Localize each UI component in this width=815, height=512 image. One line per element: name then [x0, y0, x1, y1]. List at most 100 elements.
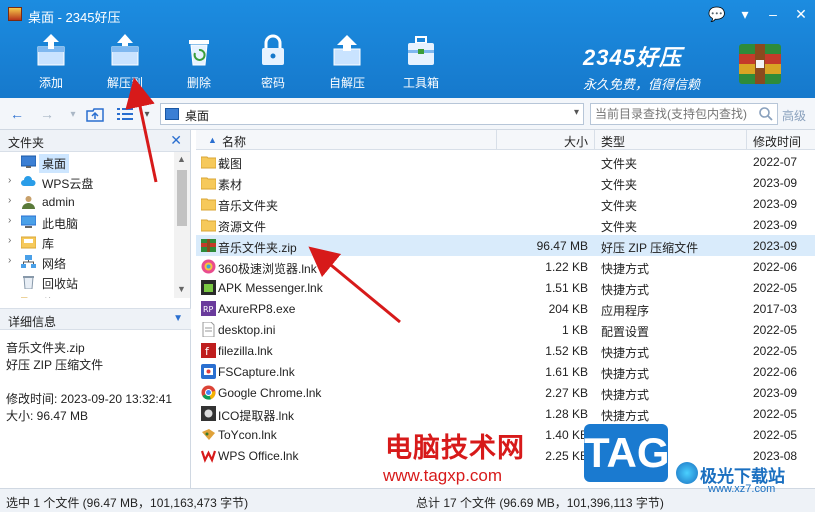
column-modified[interactable]: 修改时间 [753, 133, 801, 150]
chevron-down-icon[interactable]: ▼ [173, 313, 183, 324]
file-modified: 2022-05 [753, 344, 798, 358]
up-folder-icon[interactable] [86, 105, 104, 123]
file-row[interactable]: RP AxureRP8.exe 204 KB 应用程序 2017-03 [196, 298, 815, 319]
view-dropdown-icon[interactable]: ▾ [138, 105, 156, 123]
column-name[interactable]: 名称 [222, 133, 246, 150]
tree-item[interactable]: 桌面 [0, 152, 174, 173]
scroll-down-icon[interactable]: ▼ [177, 284, 186, 294]
brand-slogan: 永久免费，值得信赖 [583, 77, 701, 92]
details-pane-header[interactable]: 详细信息 ▼ [0, 308, 191, 330]
file-modified: 2023-08 [753, 449, 798, 463]
file-row[interactable]: 音乐文件夹.zip 96.47 MB 好压 ZIP 压缩文件 2023-09 [196, 235, 815, 256]
back-arrow-icon[interactable]: ← [8, 105, 26, 123]
tree-item[interactable]: › admin [0, 192, 174, 212]
file-row[interactable]: 截图 文件夹 2022-07 [196, 151, 815, 172]
column-size[interactable]: 大小 [564, 133, 588, 150]
main-toolbar: 添加 解压到 删除 密码 自解压 工具箱 [14, 30, 458, 94]
file-row[interactable]: 音乐文件夹 文件夹 2023-09 [196, 193, 815, 214]
expand-arrow-icon[interactable]: › [8, 195, 11, 206]
ini-file-icon [201, 321, 216, 338]
expand-arrow-icon[interactable]: › [8, 215, 11, 226]
scroll-up-icon[interactable]: ▲ [177, 154, 186, 164]
column-divider[interactable] [496, 130, 497, 150]
file-row[interactable]: desktop.ini 1 KB 配置设置 2022-05 [196, 319, 815, 340]
zip-icon [201, 238, 216, 253]
self-extract-icon [327, 30, 367, 70]
file-size: 1.40 KB [545, 428, 588, 442]
title-toolbar-area: 桌面 - 2345好压 💬 ▾ – ✕ 添加 解压到 删除 密码 自解压 工具箱… [0, 0, 815, 98]
tree-item[interactable]: › 此电脑 [0, 212, 174, 232]
file-modified: 2022-05 [753, 428, 798, 442]
file-type: 文件夹 [601, 220, 638, 234]
window-controls: 💬 ▾ – ✕ [703, 0, 815, 28]
apk-icon [201, 280, 216, 295]
self-extract-button[interactable]: 自解压 [310, 30, 384, 94]
file-modified: 2022-05 [753, 281, 798, 295]
tree-item-label: admin [42, 195, 75, 209]
scroll-thumb[interactable] [177, 170, 187, 226]
file-type: 快捷方式 [601, 409, 650, 423]
tree-item[interactable]: › 网络 [0, 252, 174, 272]
history-dropdown-icon[interactable]: ▾ [64, 105, 82, 123]
column-divider[interactable] [594, 130, 595, 150]
details-title: 详细信息 [8, 315, 57, 329]
password-button[interactable]: 密码 [236, 30, 310, 94]
left-panel: 文件夹 ✕ 桌面›WPS云盘›admin›此电脑›库›网络回收站截图 ▲ ▼ 详… [0, 130, 191, 488]
folders-pane-header: 文件夹 ✕ [0, 130, 190, 152]
file-type: 文件夹 [601, 178, 638, 192]
view-list-icon[interactable] [116, 105, 134, 123]
add-button[interactable]: 添加 [14, 30, 88, 94]
expand-arrow-icon[interactable]: › [8, 235, 11, 246]
recycle-bin-icon [21, 275, 36, 290]
toolbox-label: 工具箱 [402, 76, 439, 90]
minimize-button[interactable]: – [759, 0, 787, 28]
file-row[interactable]: 资源文件 文件夹 2023-09 [196, 214, 815, 235]
tree-scrollbar[interactable]: ▲ ▼ [174, 152, 190, 298]
delete-button[interactable]: 删除 [162, 30, 236, 94]
address-field[interactable]: 桌面 ▾ [160, 103, 584, 125]
tree-item[interactable]: 回收站 [0, 272, 174, 292]
title-bar: 桌面 - 2345好压 💬 ▾ – ✕ [0, 0, 815, 28]
search-input[interactable] [595, 106, 755, 122]
close-icon[interactable]: ✕ [170, 132, 182, 149]
file-name: 音乐文件夹.zip [218, 241, 297, 255]
folder-icon [200, 154, 217, 169]
tree-item[interactable]: › 库 [0, 232, 174, 252]
file-type: 快捷方式 [601, 346, 650, 360]
file-row[interactable]: APK Messenger.lnk 1.51 KB 快捷方式 2022-05 [196, 277, 815, 298]
file-row[interactable]: 素材 文件夹 2023-09 [196, 172, 815, 193]
file-name: 截图 [218, 157, 243, 171]
close-button[interactable]: ✕ [787, 0, 815, 28]
file-modified: 2022-06 [753, 365, 798, 379]
advanced-search-link[interactable]: 高级 [782, 107, 806, 124]
chevron-down-icon[interactable]: ▾ [574, 107, 579, 118]
file-row[interactable]: ICO提取器.lnk 1.28 KB 快捷方式 2022-05 [196, 403, 815, 424]
file-size: 2.27 KB [545, 386, 588, 400]
search-icon[interactable] [758, 106, 774, 122]
feedback-icon[interactable]: 💬 [703, 0, 731, 28]
file-row[interactable]: 360极速浏览器.lnk 1.22 KB 快捷方式 2022-06 [196, 256, 815, 277]
file-size: 96.47 MB [536, 239, 588, 253]
menu-dropdown-icon[interactable]: ▾ [731, 0, 759, 28]
tree-item[interactable]: › WPS云盘 [0, 172, 174, 192]
column-type[interactable]: 类型 [601, 133, 625, 150]
file-name: FSCapture.lnk [218, 365, 295, 379]
expand-arrow-icon[interactable]: › [8, 255, 11, 266]
column-divider[interactable] [746, 130, 747, 150]
file-row[interactable]: f filezilla.lnk 1.52 KB 快捷方式 2022-05 [196, 340, 815, 361]
add-label: 添加 [38, 76, 63, 90]
folder-icon [200, 196, 217, 211]
file-row[interactable]: Google Chrome.lnk 2.27 KB 快捷方式 2023-09 [196, 382, 815, 403]
toolbox-button[interactable]: 工具箱 [384, 30, 458, 94]
expand-arrow-icon[interactable]: › [8, 175, 11, 186]
tree-item-label: 桌面 [39, 154, 70, 173]
file-modified: 2023-09 [753, 386, 798, 400]
tree-item[interactable]: 截图 [0, 292, 174, 298]
forward-arrow-icon[interactable]: → [38, 105, 56, 123]
tree-item-label: 截图 [39, 294, 69, 298]
file-row[interactable]: FSCapture.lnk 1.61 KB 快捷方式 2022-06 [196, 361, 815, 382]
extract-to-button[interactable]: 解压到 [88, 30, 162, 94]
lock-icon [253, 30, 293, 70]
details-file-name: 音乐文件夹.zip [6, 341, 85, 355]
file-name: WPS Office.lnk [218, 449, 299, 463]
